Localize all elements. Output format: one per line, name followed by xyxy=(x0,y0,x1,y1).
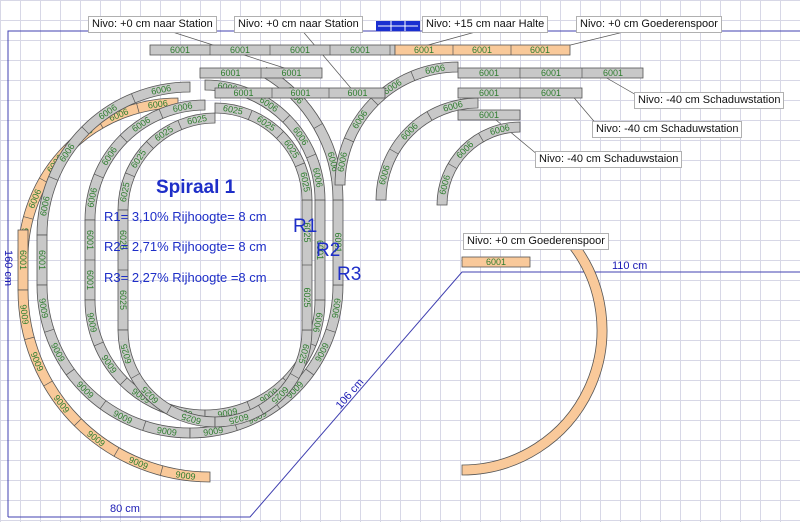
track-code-label: 6001 xyxy=(37,250,47,270)
level-label-station-left: Nivo: +0 cm naar Station xyxy=(88,16,217,33)
dimension-height: 160 cm xyxy=(2,249,15,287)
track-code-label: 6001 xyxy=(347,88,367,98)
track-code-label: 6001 xyxy=(414,45,434,55)
level-label-schaduw-2: Nivo: -40 cm Schaduwstation xyxy=(592,121,743,138)
dimension-right: 110 cm xyxy=(612,260,648,272)
track-code-label: 6001 xyxy=(541,88,561,98)
track-code-label: 6001 xyxy=(85,270,95,290)
track-code-label: 6025 xyxy=(222,103,244,117)
track-code-label: 6001 xyxy=(479,88,499,98)
track-code-label: 6001 xyxy=(479,68,499,78)
track-code-label: 6001 xyxy=(290,88,310,98)
track-code-label: 6001 xyxy=(18,250,28,270)
track-code-label: 6025 xyxy=(118,181,132,203)
track-code-label: 6006 xyxy=(424,62,446,76)
level-label-goederen-mid: Nivo: +0 cm Goederenspoor xyxy=(463,233,609,250)
track-code-label: 6001 xyxy=(486,257,506,267)
radius-mark-r2: R2 xyxy=(316,240,341,261)
track-code-label: 6001 xyxy=(220,68,240,78)
radius-mark-r3: R3 xyxy=(337,264,362,285)
radius-mark-r1: R1 xyxy=(293,216,318,237)
track-code-label: 6006 xyxy=(311,312,325,334)
track-code-label: 6001 xyxy=(472,45,492,55)
level-label-halte: Nivo: +15 cm naar Halte xyxy=(422,16,549,33)
track-code-label: 6001 xyxy=(85,230,95,250)
track-plan: 6006600660066006600660066001600660066006… xyxy=(7,27,800,518)
grade-r1: R1= 3,10% Rijhoogte= 8 cm xyxy=(104,209,267,224)
signal-icon xyxy=(376,18,420,31)
track-code-label: 6001 xyxy=(281,68,301,78)
track-code-label: 6025 xyxy=(118,290,128,310)
track-code-label: 6001 xyxy=(290,45,310,55)
track-code-label: 6006 xyxy=(127,454,149,471)
track-code-label: 6006 xyxy=(311,167,325,189)
track-code-label: 6025 xyxy=(302,287,312,307)
track-code-label: 6006 xyxy=(335,151,349,173)
track-code-label: 6001 xyxy=(541,68,561,78)
track-code-label: 6006 xyxy=(85,312,99,334)
track-code-label: 6001 xyxy=(530,45,550,55)
track-code-label: 6006 xyxy=(49,341,67,363)
track-code-label: 6006 xyxy=(85,187,99,209)
track-code-label: 6001 xyxy=(233,88,253,98)
track-code-label: 6025 xyxy=(298,171,312,193)
track-code-label: 6001 xyxy=(350,45,370,55)
level-label-station-right: Nivo: +0 cm naar Station xyxy=(234,16,363,33)
 xyxy=(461,236,608,476)
track-code-label: 6001 xyxy=(479,110,499,120)
spiral-title: Spiraal 1 xyxy=(156,177,236,198)
grade-r3: R3= 2,27% Rijhoogte =8 cm xyxy=(104,270,267,285)
track-layer: 6006600660066006600660066001600660066006… xyxy=(17,44,644,483)
track-code-label: 6025 xyxy=(186,113,208,127)
track-code-label: 6006 xyxy=(330,297,343,318)
level-label-schaduw-3: Nivo: -40 cm Schaduwstaion xyxy=(535,151,683,168)
track-code-label: 6001 xyxy=(230,45,250,55)
track-code-label: 6006 xyxy=(150,83,172,97)
level-label-schaduw-1: Nivo: -40 cm Schaduwstation xyxy=(634,92,785,109)
track-code-label: 6006 xyxy=(156,425,177,438)
level-label-goederen-top: Nivo: +0 cm Goederenspoor xyxy=(576,16,722,33)
track-code-label: 6006 xyxy=(112,408,134,426)
track-code-label: 6001 xyxy=(170,45,190,55)
grade-r2: R2= 2,71% Rijhoogte= 8 cm xyxy=(104,239,267,254)
track-exit-curve-3 xyxy=(436,121,521,206)
track-code-label: 6006 xyxy=(37,297,50,318)
track-code-label: 6001 xyxy=(603,68,623,78)
dimension-bottom: 80 cm xyxy=(110,503,140,515)
track-code-label: 6006 xyxy=(29,350,46,372)
